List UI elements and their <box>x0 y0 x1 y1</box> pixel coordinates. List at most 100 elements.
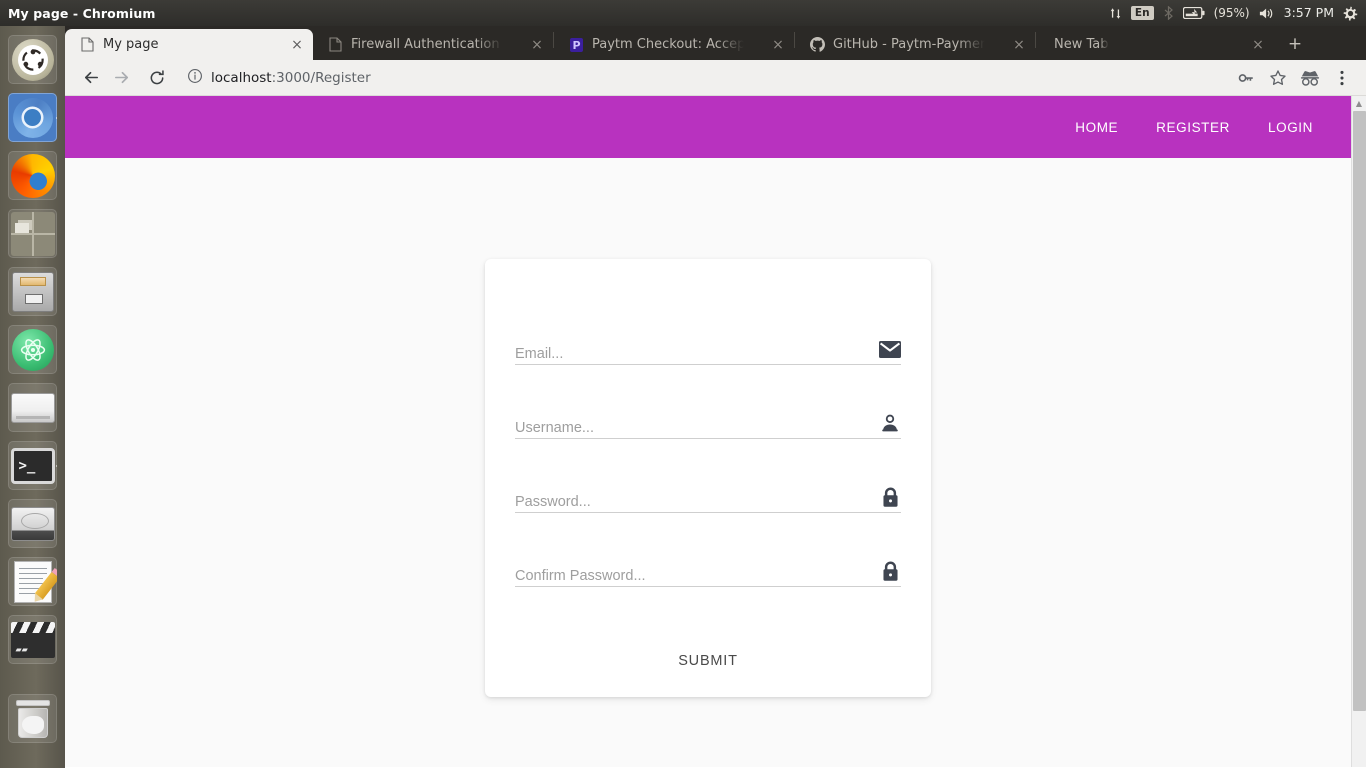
files-icon <box>11 271 54 312</box>
bluetooth-icon[interactable] <box>1163 6 1174 20</box>
ubuntu-top-panel: My page - Chromium En (95%) 3:57 PM <box>0 0 1366 26</box>
email-field-group <box>515 319 901 393</box>
nav-link-register[interactable]: REGISTER <box>1156 120 1230 135</box>
key-icon[interactable] <box>1232 64 1260 92</box>
system-tray: En (95%) 3:57 PM <box>1109 5 1366 21</box>
system-clock[interactable]: 3:57 PM <box>1284 6 1334 20</box>
toolbar-right-actions <box>1232 64 1356 92</box>
tab-close-icon[interactable]: × <box>289 37 305 53</box>
url-host: localhost <box>211 69 272 86</box>
launcher-item-ubuntu-dash-icon[interactable] <box>8 35 57 84</box>
battery-icon[interactable] <box>1182 7 1205 19</box>
launcher-item-terminal-icon[interactable]: >_ <box>8 441 57 490</box>
browser-tab-firewall-authentication[interactable]: Firewall Authentication K × <box>313 29 553 60</box>
page-info-icon[interactable] <box>187 68 203 88</box>
address-bar[interactable]: localhost:3000/Register <box>179 65 1230 91</box>
launcher-item-workspace-switcher-icon[interactable] <box>8 209 57 258</box>
svg-text:P: P <box>572 39 580 52</box>
chromium-icon <box>12 97 53 138</box>
launcher-item-hard-disk-icon[interactable] <box>8 499 57 548</box>
floppy-disk-icon <box>10 392 55 423</box>
tab-close-icon[interactable]: × <box>1250 37 1266 53</box>
submit-row: SUBMIT <box>515 645 901 677</box>
paytm-icon: P <box>568 37 584 53</box>
forward-arrow-icon[interactable] <box>107 64 135 92</box>
navbar-links: HOME REGISTER LOGIN <box>1075 120 1313 135</box>
browser-tab-paytm-checkout[interactable]: P Paytm Checkout: Accept P × <box>554 29 794 60</box>
atom-icon <box>11 328 54 371</box>
username-field-group <box>515 393 901 467</box>
star-icon[interactable] <box>1264 64 1292 92</box>
ubuntu-dash-icon <box>11 38 54 81</box>
address-bar-text: localhost:3000/Register <box>211 70 371 86</box>
field-underline <box>515 364 901 365</box>
chromium-window: My page × Firewall Authentication K × P <box>65 26 1366 768</box>
email-field[interactable] <box>515 346 867 362</box>
nav-link-home[interactable]: HOME <box>1075 120 1118 135</box>
launcher-item-text-editor-icon[interactable] <box>8 557 57 606</box>
browser-tab-github-paytm-payments[interactable]: GitHub - Paytm-Payments × <box>795 29 1035 60</box>
confirm-password-field[interactable] <box>515 568 867 584</box>
three-dot-menu-icon[interactable] <box>1328 64 1356 92</box>
launcher-item-trash-icon[interactable] <box>8 694 57 743</box>
github-icon <box>809 37 825 53</box>
new-tab-button[interactable]: + <box>1282 31 1308 57</box>
tab-close-icon[interactable]: × <box>1011 37 1027 53</box>
launcher-item-video-player-icon[interactable]: ▰▰ <box>8 615 57 664</box>
launcher-item-chromium-icon[interactable] <box>8 93 57 142</box>
scrollbar-up-arrow-icon[interactable]: ▲ <box>1352 96 1366 111</box>
browser-tab-my-page[interactable]: My page × <box>65 29 313 60</box>
web-page: HOME REGISTER LOGIN Email... Username...… <box>65 96 1351 767</box>
tab-title: GitHub - Paytm-Payments <box>833 37 985 52</box>
workspace-switcher-icon <box>10 211 55 256</box>
field-underline <box>515 586 901 587</box>
username-field[interactable] <box>515 420 867 436</box>
tab-title: Firewall Authentication K <box>351 37 503 52</box>
password-field[interactable] <box>515 494 867 510</box>
text-editor-icon <box>13 560 57 603</box>
network-updown-icon[interactable] <box>1109 7 1122 20</box>
volume-icon[interactable] <box>1259 7 1275 20</box>
launcher-item-files-icon[interactable] <box>8 267 57 316</box>
password-field-group <box>515 467 901 541</box>
url-path: :3000/Register <box>271 69 371 86</box>
terminal-icon: >_ <box>10 447 55 484</box>
submit-button[interactable]: SUBMIT <box>660 645 756 677</box>
tab-close-icon[interactable]: × <box>770 37 786 53</box>
incognito-icon[interactable] <box>1296 64 1324 92</box>
unity-launcher: >_ ▰▰ <box>0 26 65 768</box>
nav-link-login[interactable]: LOGIN <box>1268 120 1313 135</box>
page-icon <box>79 37 95 53</box>
launcher-item-atom-icon[interactable] <box>8 325 57 374</box>
keyboard-layout-indicator[interactable]: En <box>1130 5 1154 21</box>
page-icon <box>327 37 343 53</box>
register-form: SUBMIT <box>485 259 931 677</box>
window-title: My page - Chromium <box>8 5 156 21</box>
site-navbar: HOME REGISTER LOGIN <box>65 96 1351 158</box>
lock-icon <box>879 486 901 508</box>
page-scrollbar[interactable]: ▲ <box>1351 96 1366 767</box>
browser-toolbar: localhost:3000/Register <box>65 60 1366 96</box>
register-card: SUBMIT <box>485 259 931 697</box>
confirm-password-field-group <box>515 541 901 615</box>
hard-disk-icon <box>10 506 55 541</box>
launcher-item-floppy-disk-icon[interactable] <box>8 383 57 432</box>
scrollbar-thumb[interactable] <box>1353 111 1366 711</box>
field-underline <box>515 512 901 513</box>
tab-title: My page <box>103 37 159 52</box>
tab-strip: My page × Firewall Authentication K × P <box>65 26 1366 60</box>
browser-tab-new-tab[interactable]: New Tab × <box>1036 29 1274 60</box>
launcher-item-firefox-icon[interactable] <box>8 151 57 200</box>
screen: My page - Chromium En (95%) 3:57 PM >_ ▰… <box>0 0 1366 768</box>
tab-title: Paytm Checkout: Accept P <box>592 37 744 52</box>
field-underline <box>515 438 901 439</box>
tab-title: New Tab <box>1054 37 1109 52</box>
video-player-icon: ▰▰ <box>10 621 55 658</box>
back-arrow-icon[interactable] <box>77 64 105 92</box>
page-viewport: HOME REGISTER LOGIN Email... Username...… <box>65 96 1366 767</box>
gear-power-icon[interactable] <box>1343 6 1358 21</box>
tab-close-icon[interactable]: × <box>529 37 545 53</box>
envelope-icon <box>879 338 901 360</box>
reload-icon[interactable] <box>143 64 171 92</box>
firefox-icon <box>10 153 55 198</box>
